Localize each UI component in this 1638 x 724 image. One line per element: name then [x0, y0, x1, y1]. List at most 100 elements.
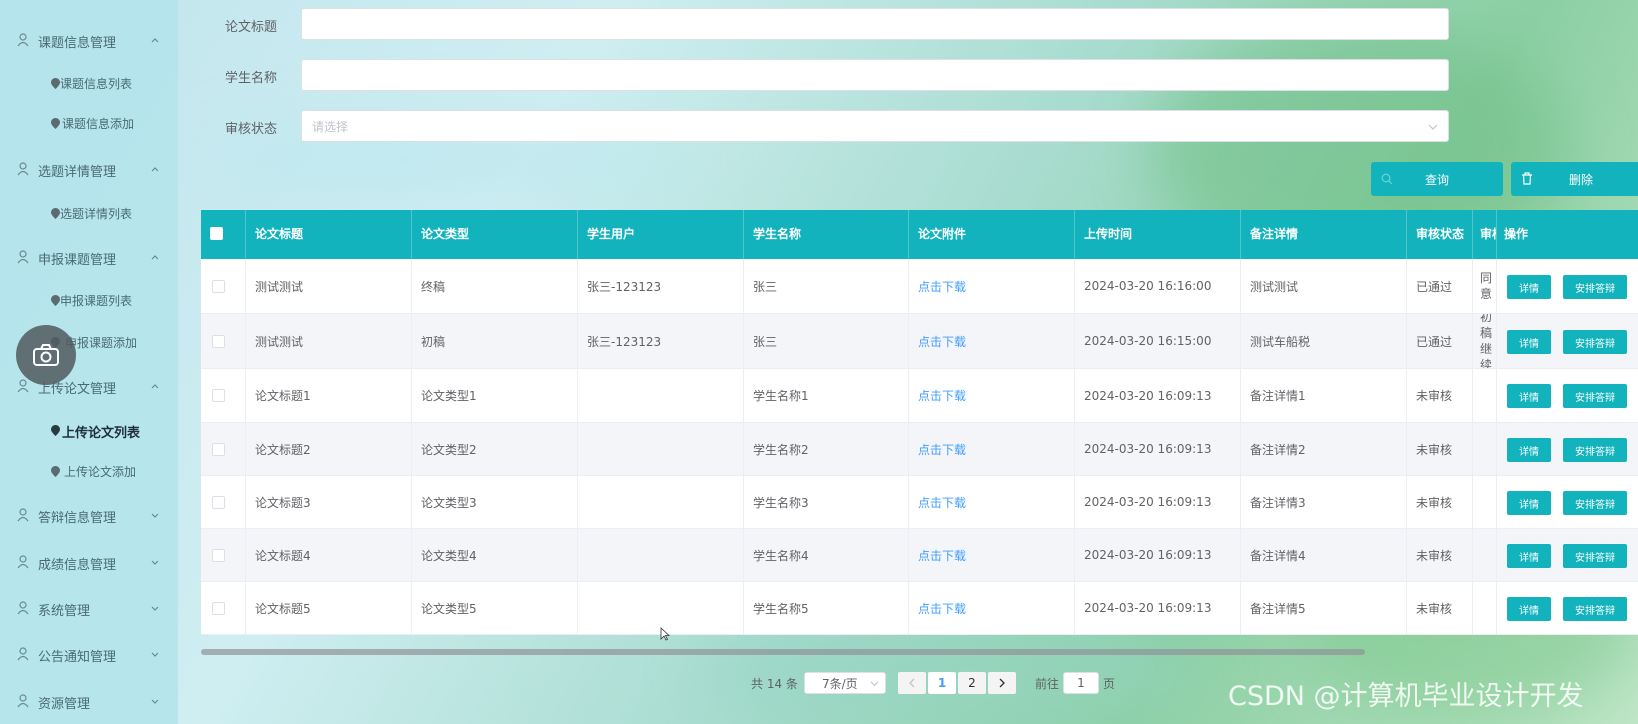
- table-cell-name: 张三: [744, 314, 909, 368]
- goto-page-input[interactable]: [1063, 672, 1099, 694]
- location-pin-icon: [51, 208, 60, 219]
- row-checkbox[interactable]: [212, 548, 225, 562]
- table-cell-type: 论文类型1: [412, 369, 578, 422]
- chevron-down-icon: [151, 560, 159, 565]
- detail-button[interactable]: 详情: [1507, 384, 1551, 408]
- detail-button[interactable]: 详情: [1507, 438, 1551, 462]
- menu-group-declare-topic[interactable]: 申报课题管理: [0, 237, 178, 277]
- menu-group-defense-info[interactable]: 答辩信息管理: [0, 495, 178, 535]
- download-link[interactable]: 点击下载: [909, 582, 1075, 634]
- arrange-defense-button[interactable]: 安排答辩: [1563, 544, 1627, 568]
- table-row: 测试测试 初稿 张三-123123 张三 点击下载 2024-03-20 16:15:00…: [201, 314, 1638, 369]
- sidebar-item-topic-list[interactable]: 课题信息列表: [0, 66, 178, 100]
- watermark-text: CSDN @计算机毕业设计开发: [1228, 681, 1584, 712]
- sidebar-item-topic-add[interactable]: 课题信息添加: [0, 106, 178, 140]
- page-size-value: 7条/页: [822, 676, 858, 691]
- horizontal-scrollbar[interactable]: [201, 649, 1365, 655]
- menu-group-system[interactable]: 系统管理: [0, 588, 178, 628]
- menu-group-label: 资源管理: [38, 697, 91, 712]
- arrange-defense-button[interactable]: 安排答辩: [1563, 597, 1627, 621]
- sidebar-item-declare-list[interactable]: 申报课题列表: [0, 283, 178, 317]
- delete-button[interactable]: 删除: [1511, 162, 1638, 196]
- table-cell-user: [578, 529, 744, 581]
- sidebar-item-paper-list[interactable]: 上传论文列表: [0, 413, 178, 447]
- table-cell-user: 张三-123123: [578, 259, 744, 313]
- detail-button[interactable]: 详情: [1507, 491, 1551, 515]
- column-header[interactable]: 论文类型: [412, 210, 578, 259]
- review-status-select[interactable]: 请选择: [301, 110, 1449, 142]
- arrange-defense-button[interactable]: 安排答辩: [1563, 330, 1627, 354]
- detail-button[interactable]: 详情: [1507, 330, 1551, 354]
- table-cell-type: 论文类型4: [412, 529, 578, 581]
- goto-label: 前往: [1035, 676, 1060, 691]
- table-row: 论文标题4 论文类型4 学生名称4 点击下载 2024-03-20 16:09:13 备注…: [201, 529, 1638, 582]
- row-checkbox-cell: [201, 476, 246, 528]
- column-header[interactable]: 论文标题: [246, 210, 412, 259]
- location-pin-icon: [51, 78, 60, 89]
- table-cell-time: 2024-03-20 16:09:13: [1075, 476, 1241, 528]
- download-link[interactable]: 点击下载: [909, 259, 1075, 313]
- detail-button[interactable]: 详情: [1507, 597, 1551, 621]
- screenshot-camera-button[interactable]: [16, 325, 76, 385]
- arrange-defense-button[interactable]: 安排答辩: [1563, 384, 1627, 408]
- download-link[interactable]: 点击下载: [909, 423, 1075, 475]
- sidebar-item-label: 选题详情列表: [60, 207, 133, 221]
- menu-group-score-info[interactable]: 成绩信息管理: [0, 542, 178, 582]
- sidebar-item-selection-list[interactable]: 选题详情列表: [0, 196, 178, 230]
- menu-group-selection-detail[interactable]: 选题详情管理: [0, 149, 178, 189]
- column-header[interactable]: 审核: [1473, 210, 1497, 259]
- menu-group-topic-info[interactable]: 课题信息管理: [0, 20, 178, 60]
- detail-button[interactable]: 详情: [1507, 544, 1551, 568]
- location-pin-icon: [51, 295, 60, 306]
- arrange-defense-button[interactable]: 安排答辩: [1563, 275, 1627, 299]
- table-cell-name: 学生名称3: [744, 476, 909, 528]
- table-cell-name: 学生名称2: [744, 423, 909, 475]
- menu-group-resource[interactable]: 资源管理: [0, 681, 178, 721]
- row-checkbox[interactable]: [212, 495, 225, 509]
- menu-group-label: 系统管理: [38, 604, 91, 619]
- row-checkbox[interactable]: [212, 279, 225, 293]
- row-checkbox[interactable]: [212, 334, 225, 348]
- column-header[interactable]: 学生名称: [744, 210, 909, 259]
- table-cell-review: [1473, 529, 1497, 581]
- prev-page-button[interactable]: [898, 672, 926, 694]
- table-row: 论文标题3 论文类型3 学生名称3 点击下载 2024-03-20 16:09:13 备注…: [201, 476, 1638, 529]
- row-checkbox-cell: [201, 582, 246, 634]
- column-header[interactable]: 上传时间: [1075, 210, 1241, 259]
- student-name-input[interactable]: [301, 59, 1449, 91]
- row-checkbox[interactable]: [212, 389, 225, 402]
- page-button-2[interactable]: 2: [958, 672, 986, 694]
- download-link[interactable]: 点击下载: [909, 314, 1075, 368]
- table-cell-name: 学生名称5: [744, 582, 909, 634]
- arrange-defense-button[interactable]: 安排答辩: [1563, 438, 1627, 462]
- column-header[interactable]: 论文附件: [909, 210, 1075, 259]
- next-page-button[interactable]: [988, 672, 1016, 694]
- review-status-label: 审核状态: [225, 122, 278, 137]
- download-link[interactable]: 点击下载: [909, 529, 1075, 581]
- detail-button[interactable]: 详情: [1507, 275, 1551, 299]
- column-header[interactable]: 审核状态: [1407, 210, 1473, 259]
- table-cell-time: 2024-03-20 16:09:13: [1075, 529, 1241, 581]
- column-header[interactable]: 备注详情: [1241, 210, 1407, 259]
- sidebar-item-paper-add[interactable]: 上传论文添加: [0, 454, 178, 488]
- page-size-select[interactable]: 7条/页: [804, 672, 886, 694]
- paper-title-input[interactable]: [301, 8, 1449, 40]
- column-header[interactable]: 学生用户: [578, 210, 744, 259]
- sidebar-item-label: 申报课题添加: [65, 336, 138, 350]
- download-link[interactable]: 点击下载: [909, 476, 1075, 528]
- select-all-checkbox[interactable]: [210, 227, 223, 240]
- menu-group-notice[interactable]: 公告通知管理: [0, 634, 178, 674]
- search-icon: [1381, 173, 1393, 185]
- row-checkbox[interactable]: [212, 442, 225, 456]
- page-button-1[interactable]: 1: [928, 672, 956, 694]
- menu-group-label: 申报课题管理: [38, 253, 117, 268]
- table-cell-name: 学生名称4: [744, 529, 909, 581]
- chevron-down-icon: [151, 699, 159, 704]
- table-cell-user: [578, 423, 744, 475]
- chevron-down-icon: [151, 606, 159, 611]
- query-button[interactable]: 查询: [1371, 162, 1503, 196]
- row-checkbox[interactable]: [212, 601, 225, 615]
- download-link[interactable]: 点击下载: [909, 369, 1075, 422]
- arrange-defense-button[interactable]: 安排答辩: [1563, 491, 1627, 515]
- table-cell-user: [578, 369, 744, 422]
